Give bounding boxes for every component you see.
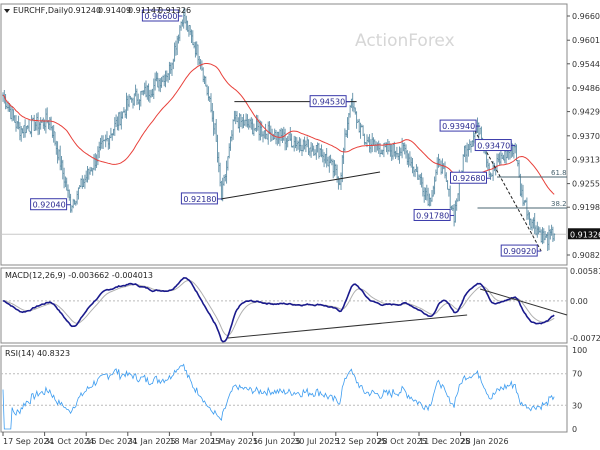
fib-level-label: 61.8 xyxy=(551,169,567,177)
watermark: ActionForex xyxy=(355,31,455,51)
macd-label: MACD(12,26,9) -0.003662 -0.004013 xyxy=(5,271,153,280)
fib-level-label: 38.2 xyxy=(551,200,567,208)
rsi-y-tick-label: 100 xyxy=(572,346,587,355)
rsi-y-tick-label: 30 xyxy=(572,401,582,410)
x-tick-label: 30 Jul 2025 xyxy=(294,437,339,446)
annotation-price-label: 0.93940 xyxy=(442,122,475,131)
rsi-y-tick-label: 0 xyxy=(572,425,577,434)
macd-y-tick-label: 0.00 xyxy=(570,297,588,306)
panel-frames xyxy=(0,3,568,433)
rsi-series xyxy=(1,363,567,430)
annotation-price-label: 0.94530 xyxy=(312,98,345,107)
annotation-price-label: 0.93470 xyxy=(477,142,510,151)
annotation-price-label: 0.91780 xyxy=(416,211,449,220)
y-tick-label: 0.94290 xyxy=(572,108,600,117)
y-tick-label: 0.96600 xyxy=(572,12,600,21)
y-tick-label: 0.93705 xyxy=(572,132,600,141)
macd-trendline xyxy=(227,314,468,339)
macd-line xyxy=(2,277,555,343)
x-tick-label: 28 Jan 2026 xyxy=(461,437,509,446)
y-tick-label: 0.94860 xyxy=(572,84,600,93)
x-tick-label: 1 May 2025 xyxy=(211,437,258,446)
ohlc-high: 0.91409 xyxy=(98,6,131,15)
dropdown-triangle-icon[interactable] xyxy=(4,9,10,13)
symbol-title: EURCHF,Daily xyxy=(13,6,68,15)
annotation-price-label: 0.90920 xyxy=(503,247,536,256)
rsi-y-tick-label: 70 xyxy=(572,370,582,379)
axes: 0.96600 0.96015 0.95445 0.94860 0.94290 0.937… xyxy=(2,12,600,446)
ohlc-close: 0.91326 xyxy=(158,6,191,15)
current-price-tag-label: 0.91326 xyxy=(570,230,600,239)
annotation-price-label: 0.92180 xyxy=(183,195,216,204)
macd-series xyxy=(1,277,568,343)
annotation-price-label: 0.92680 xyxy=(453,174,486,183)
macd-y-tick-label: -0.007222 xyxy=(570,334,600,343)
y-tick-label: 0.91980 xyxy=(572,203,600,212)
rsi-label: RSI(14) 40.8323 xyxy=(5,349,70,358)
y-tick-label: 0.96015 xyxy=(572,36,600,45)
y-tick-label: 0.92550 xyxy=(572,180,600,189)
trendline xyxy=(221,171,381,200)
y-tick-label: 0.93135 xyxy=(572,155,600,164)
ohlc-low: 0.91147 xyxy=(128,6,161,15)
ohlc-open: 0.91240 xyxy=(68,6,101,15)
macd-y-tick-label: 0.005814 xyxy=(570,267,600,276)
y-tick-label: 0.90825 xyxy=(572,251,600,260)
price-series: 61.838.20.966000.920400.921800.945300.93… xyxy=(1,8,567,257)
annotation-price-label: 0.92040 xyxy=(33,201,66,210)
y-tick-label: 0.95445 xyxy=(572,60,600,69)
chart-canvas[interactable]: ActionForex 61.8 38.2 0.96600 0.92040 0.9218… xyxy=(0,0,600,450)
